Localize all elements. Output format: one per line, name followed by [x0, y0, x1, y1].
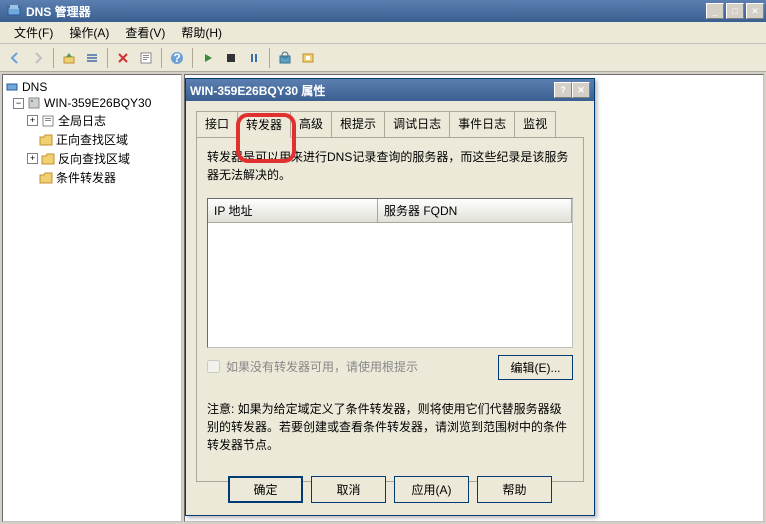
cancel-button[interactable]: 取消 — [311, 476, 386, 503]
dialog-close-button[interactable]: ✕ — [572, 82, 590, 98]
tab-monitor[interactable]: 监视 — [514, 111, 556, 137]
back-button[interactable] — [4, 47, 26, 69]
tab-strip: 接口 转发器 高级 根提示 调试日志 事件日志 监视 — [196, 111, 584, 137]
tab-panel: 转发器是可以用来进行DNS记录查询的服务器，而这些纪录是该服务器无法解决的。 I… — [196, 137, 584, 482]
properties-dialog: WIN-359E26BQY30 属性 ? ✕ 接口 转发器 高级 根提示 调试日… — [185, 78, 595, 516]
expand-icon[interactable]: + — [27, 153, 38, 164]
dialog-help-btn[interactable]: 帮助 — [477, 476, 552, 503]
toolbar: ? — [0, 44, 766, 72]
tab-event-log[interactable]: 事件日志 — [449, 111, 515, 137]
dialog-title: WIN-359E26BQY30 属性 — [190, 82, 554, 99]
tree-conditional-fwd[interactable]: 条件转发器 — [5, 168, 179, 187]
edit-button[interactable]: 编辑(E)... — [498, 355, 573, 380]
tree-server[interactable]: − WIN-359E26BQY30 — [5, 95, 179, 111]
close-button[interactable]: ✕ — [746, 3, 764, 19]
list-button[interactable] — [81, 47, 103, 69]
folder-icon — [39, 171, 53, 185]
forward-button[interactable] — [27, 47, 49, 69]
column-ip[interactable]: IP 地址 — [208, 199, 378, 222]
column-fqdn[interactable]: 服务器 FQDN — [378, 199, 572, 222]
properties-button[interactable] — [135, 47, 157, 69]
expand-icon[interactable]: + — [27, 115, 38, 126]
query-button[interactable] — [274, 47, 296, 69]
stop-button[interactable] — [220, 47, 242, 69]
tree-forward-zone[interactable]: 正向查找区域 — [5, 130, 179, 149]
tree-reverse-zone[interactable]: + 反向查找区域 — [5, 149, 179, 168]
tab-interface[interactable]: 接口 — [196, 111, 238, 137]
tree-root[interactable]: DNS — [5, 79, 179, 95]
main-titlebar: DNS 管理器 _ □ ✕ — [0, 0, 766, 22]
dns-icon — [5, 80, 19, 94]
folder-icon — [39, 133, 53, 147]
tab-root-hints[interactable]: 根提示 — [331, 111, 385, 137]
tree-view[interactable]: DNS − WIN-359E26BQY30 + 全局日志 正向查找区域 + 反向… — [2, 74, 182, 522]
tab-debug-log[interactable]: 调试日志 — [384, 111, 450, 137]
maximize-button[interactable]: □ — [726, 3, 744, 19]
help-button[interactable]: ? — [166, 47, 188, 69]
svg-text:?: ? — [173, 51, 180, 65]
use-root-hints-checkbox[interactable] — [207, 360, 220, 373]
menu-operate[interactable]: 操作(A) — [61, 22, 117, 43]
tree-global-logs[interactable]: + 全局日志 — [5, 111, 179, 130]
pause-button[interactable] — [243, 47, 265, 69]
menu-view[interactable]: 查看(V) — [117, 22, 173, 43]
run-button[interactable] — [197, 47, 219, 69]
menu-file[interactable]: 文件(F) — [6, 22, 61, 43]
server-icon — [27, 96, 41, 110]
forwarder-list[interactable]: IP 地址 服务器 FQDN — [207, 198, 573, 348]
filter-button[interactable] — [297, 47, 319, 69]
apply-button[interactable]: 应用(A) — [394, 476, 469, 503]
delete-button[interactable] — [112, 47, 134, 69]
window-title: DNS 管理器 — [26, 3, 706, 20]
forwarder-note: 注意: 如果为给定域定义了条件转发器，则将使用它们代替服务器级别的转发器。若要创… — [207, 400, 573, 454]
up-button[interactable] — [58, 47, 80, 69]
dialog-help-button[interactable]: ? — [554, 82, 572, 98]
dialog-titlebar[interactable]: WIN-359E26BQY30 属性 ? ✕ — [186, 79, 594, 101]
use-root-hints-label: 如果没有转发器可用，请使用根提示 — [226, 358, 418, 375]
ok-button[interactable]: 确定 — [228, 476, 303, 503]
menubar: 文件(F) 操作(A) 查看(V) 帮助(H) — [0, 22, 766, 44]
app-icon — [6, 3, 22, 19]
menu-help[interactable]: 帮助(H) — [173, 22, 230, 43]
tab-advanced[interactable]: 高级 — [290, 111, 332, 137]
tab-forwarder[interactable]: 转发器 — [237, 111, 291, 138]
folder-icon — [41, 152, 55, 166]
forwarder-description: 转发器是可以用来进行DNS记录查询的服务器，而这些纪录是该服务器无法解决的。 — [207, 148, 573, 184]
minimize-button[interactable]: _ — [706, 3, 724, 19]
collapse-icon[interactable]: − — [13, 98, 24, 109]
log-icon — [41, 114, 55, 128]
